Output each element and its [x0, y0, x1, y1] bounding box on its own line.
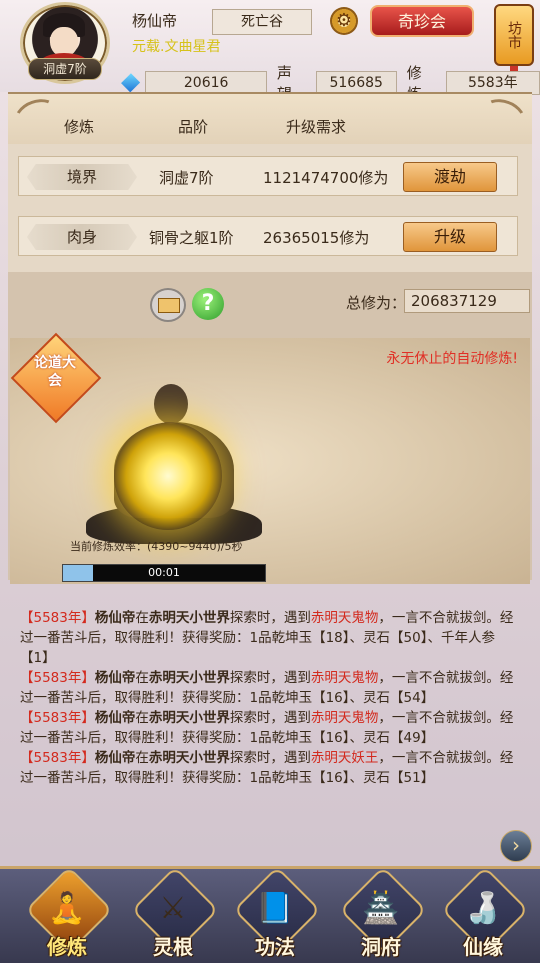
- gourd-icon: 🍶: [464, 891, 502, 926]
- total-cultivation-label: 总修为：: [346, 294, 407, 312]
- chevron-right-icon[interactable]: ›: [500, 830, 532, 862]
- realm-requirement: 1121474700修为: [263, 169, 389, 187]
- log-place: 赤明天小世界: [148, 710, 230, 726]
- mail-icon[interactable]: [150, 288, 186, 322]
- log-place: 赤明天小世界: [148, 610, 230, 626]
- log-t2: 探索时，遇到: [229, 710, 311, 726]
- log-name: 杨仙帝: [94, 750, 136, 766]
- cultivate-icon: 🧘: [48, 891, 86, 926]
- log-year: 【5583年】: [20, 670, 95, 686]
- player-name: 杨仙帝: [132, 12, 178, 30]
- market-button[interactable]: 坊市: [494, 4, 534, 94]
- scripture-icon: 📘: [256, 891, 294, 926]
- col-header-requirement: 升级需求: [286, 118, 347, 136]
- nav-label: 洞府: [361, 935, 401, 959]
- log-enemy: 赤明天妖王: [310, 750, 379, 766]
- log-enemy: 赤明天鬼物: [310, 670, 379, 686]
- log-t1: 在: [135, 670, 149, 686]
- body-row: 肉身 铜骨之躯1阶 26365015修为 升级: [18, 216, 518, 256]
- log-name: 杨仙帝: [94, 670, 136, 686]
- battle-log: 【5583年】杨仙帝在赤明天小世界探索时，遇到赤明天鬼物，一言不合就拔剑。经过一…: [20, 608, 520, 788]
- log-entry: 【5583年】杨仙帝在赤明天小世界探索时，遇到赤明天妖王，一言不合就拔剑。经过一…: [20, 748, 520, 788]
- nav-item-cave-dwelling[interactable]: 🏯 洞府: [338, 866, 427, 961]
- nav-item-gourd[interactable]: 🍶 仙缘: [440, 866, 529, 961]
- sect-name: 死亡谷: [212, 9, 312, 35]
- cultivation-panel: 修炼 品阶 升级需求 境界 洞虚7阶 1121474700修为 渡劫 肉身 铜骨…: [8, 92, 532, 584]
- body-label-ribbon: 肉身: [27, 224, 137, 250]
- log-place: 赤明天小世界: [148, 670, 230, 686]
- log-t1: 在: [135, 610, 149, 626]
- col-header-cultivate: 修炼: [64, 118, 95, 136]
- cultivation-progress-bar: 00:01: [62, 564, 266, 582]
- col-header-grade: 品阶: [178, 118, 209, 136]
- total-cultivation-value: 206837129: [404, 289, 530, 313]
- nav-label: 修炼: [47, 935, 87, 959]
- cloud-ornament-right: [475, 93, 531, 141]
- log-year: 【5583年】: [20, 610, 95, 626]
- log-t2: 探索时，遇到: [229, 670, 311, 686]
- body-grade: 铜骨之躯1阶: [149, 229, 234, 247]
- tribulation-button[interactable]: 渡劫: [403, 162, 497, 192]
- spirit-stone-icon: [121, 73, 141, 93]
- nav-label: 功法: [255, 935, 295, 959]
- log-place: 赤明天小世界: [148, 750, 230, 766]
- rank-badge: 洞虚7阶: [28, 58, 102, 80]
- nav-item-scripture[interactable]: 📘 功法: [232, 866, 321, 961]
- body-requirement: 26365015修为: [263, 229, 370, 247]
- nav-item-spirit-root[interactable]: ⚔ 灵根: [130, 866, 219, 961]
- log-enemy: 赤明天鬼物: [310, 610, 379, 626]
- efficiency-text: 当前修炼效率：(4390~9440)/5秒: [70, 540, 243, 553]
- log-year: 【5583年】: [20, 750, 95, 766]
- body-upgrade-button[interactable]: 升级: [403, 222, 497, 252]
- player-title: 元载.文曲星君: [132, 39, 221, 55]
- meditation-scene: 永无休止的自动修炼! 论道大会 当前修炼效率：(4390~9440)/5秒 00…: [10, 332, 530, 584]
- upgrade-rows: 境界 洞虚7阶 1121474700修为 渡劫 肉身 铜骨之躯1阶 263650…: [8, 144, 532, 272]
- nav-item-cultivate[interactable]: 🧘 修炼: [24, 866, 113, 961]
- bottom-nav: 🧘 修炼 ⚔ 灵根 📘 功法 🏯 洞府 🍶 仙缘: [0, 866, 540, 963]
- help-icon[interactable]: ?: [192, 288, 224, 320]
- log-name: 杨仙帝: [94, 710, 136, 726]
- log-year: 【5583年】: [20, 710, 95, 726]
- realm-label-ribbon: 境界: [27, 164, 137, 190]
- log-name: 杨仙帝: [94, 610, 136, 626]
- cloud-ornament-left: [9, 93, 65, 141]
- treasure-auction-button[interactable]: 奇珍会: [370, 5, 474, 37]
- top-bar: 洞虚7阶 杨仙帝 元载.文曲星君 死亡谷 ⚙ 奇珍会 坊市 20616 声望 5…: [0, 0, 540, 103]
- auto-cultivate-text: 永无休止的自动修炼!: [386, 351, 518, 367]
- realm-row: 境界 洞虚7阶 1121474700修为 渡劫: [18, 156, 518, 196]
- cave-dwelling-icon: 🏯: [362, 891, 400, 926]
- debate-conference-label: 论道大会: [34, 355, 76, 389]
- log-enemy: 赤明天鬼物: [310, 710, 379, 726]
- figure-head: [154, 384, 188, 424]
- log-t1: 在: [135, 750, 149, 766]
- nav-label: 仙缘: [463, 935, 503, 959]
- nav-label: 灵根: [153, 935, 193, 959]
- cultivation-orb: [114, 422, 222, 530]
- log-entry: 【5583年】杨仙帝在赤明天小世界探索时，遇到赤明天鬼物，一言不合就拔剑。经过一…: [20, 668, 520, 708]
- gear-icon[interactable]: ⚙: [330, 7, 358, 35]
- spirit-root-icon: ⚔: [159, 891, 187, 926]
- log-entry: 【5583年】杨仙帝在赤明天小世界探索时，遇到赤明天鬼物，一言不合就拔剑。经过一…: [20, 708, 520, 748]
- log-t1: 在: [135, 710, 149, 726]
- realm-grade: 洞虚7阶: [159, 169, 214, 187]
- log-t2: 探索时，遇到: [229, 610, 311, 626]
- log-entry: 【5583年】杨仙帝在赤明天小世界探索时，遇到赤明天鬼物，一言不合就拔剑。经过一…: [20, 608, 520, 668]
- progress-time: 00:01: [148, 566, 180, 579]
- log-t2: 探索时，遇到: [229, 750, 311, 766]
